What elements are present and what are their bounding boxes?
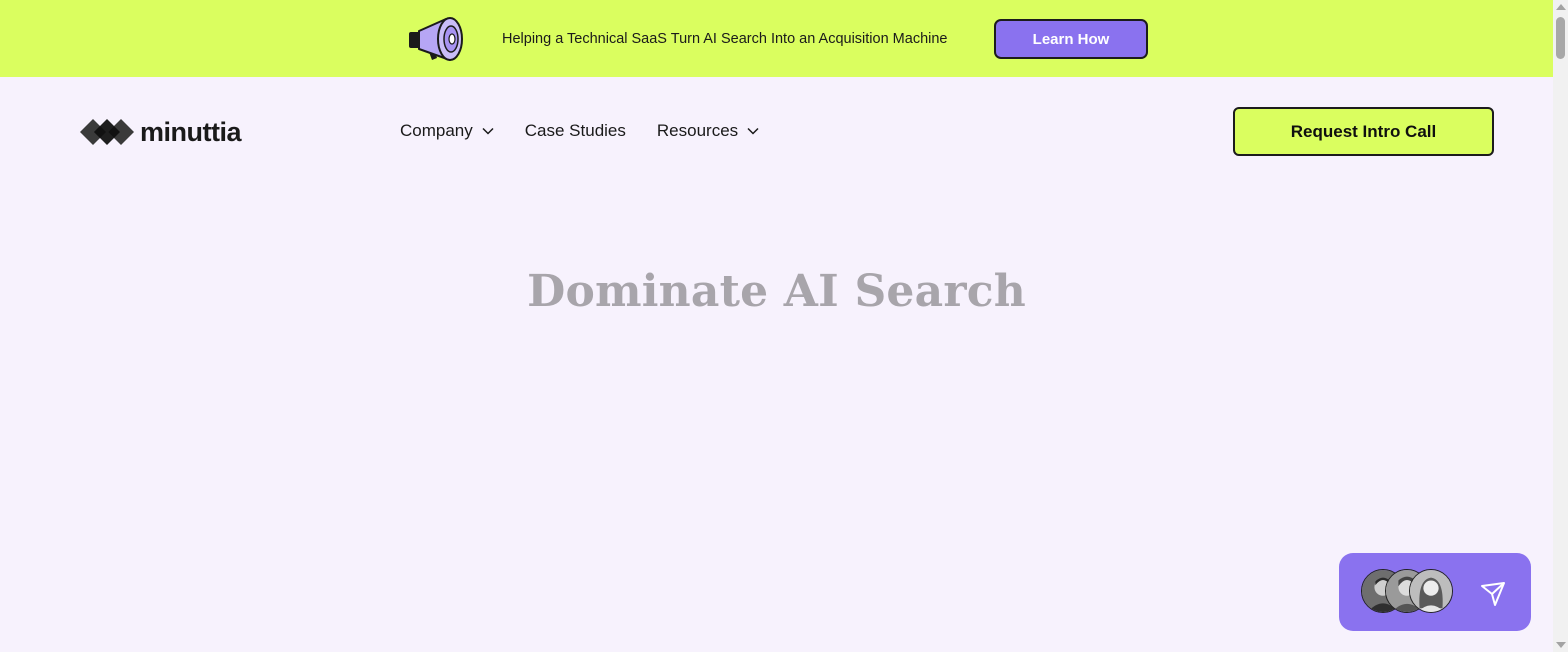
send-icon [1481,582,1505,606]
scroll-up-icon[interactable] [1556,4,1566,10]
nav-company-label: Company [400,121,473,140]
page: Helping a Technical SaaS Turn AI Search … [0,0,1553,652]
learn-how-button[interactable]: Learn How [994,19,1148,59]
chevron-down-icon [747,127,759,135]
chevron-down-icon [482,127,494,135]
announcement-banner: Helping a Technical SaaS Turn AI Search … [0,0,1553,77]
announcement-text: Helping a Technical SaaS Turn AI Search … [502,31,948,47]
hero-title: Dominate AI Search [527,266,1026,317]
nav-resources[interactable]: Resources [657,121,759,141]
request-intro-call-button[interactable]: Request Intro Call [1233,107,1494,156]
logo[interactable]: minuttia [80,116,242,148]
avatar [1409,569,1453,613]
nav-resources-label: Resources [656,121,739,140]
nav-case-studies[interactable]: Case Studies [525,121,626,141]
scroll-thumb[interactable] [1556,17,1565,59]
nav-company[interactable]: Company [400,121,494,141]
nav-case-studies-label: Case Studies [524,121,626,140]
scroll-down-icon[interactable] [1556,642,1566,648]
logo-text: minuttia [140,116,242,147]
main-nav: Company Case Studies Resources [400,121,759,141]
megaphone-icon [409,17,463,61]
vertical-scrollbar[interactable] [1553,0,1568,652]
logo-mark-icon [80,119,134,145]
chat-widget[interactable] [1339,553,1531,631]
